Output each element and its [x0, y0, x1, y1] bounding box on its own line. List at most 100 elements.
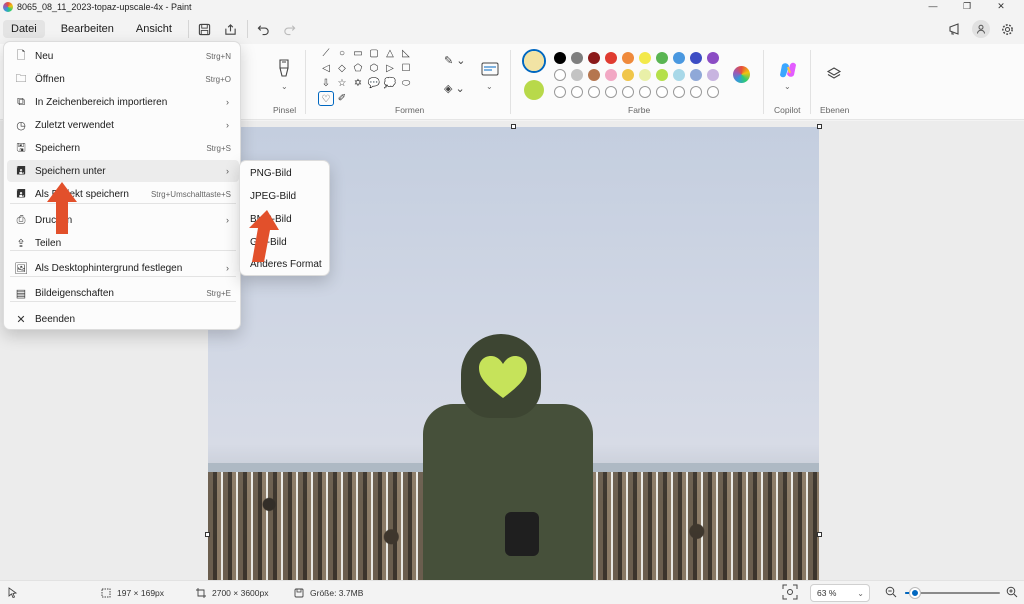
color-swatch[interactable] — [554, 52, 566, 64]
share-icon[interactable] — [218, 17, 244, 41]
file-size: Größe: 3.7MB — [294, 588, 363, 598]
color-swatch[interactable] — [605, 52, 617, 64]
color-swatch[interactable] — [707, 69, 719, 81]
quick-save-icon[interactable] — [192, 17, 218, 41]
brush-tool-icon[interactable] — [276, 58, 292, 83]
menu-bearbeiten[interactable]: Bearbeiten — [53, 20, 122, 38]
shape-option-icon[interactable]: ⬭ — [398, 76, 414, 91]
color-swatch[interactable] — [639, 52, 651, 64]
color-swatch[interactable] — [622, 69, 634, 81]
color-swatch[interactable] — [622, 52, 634, 64]
color-swatch[interactable] — [588, 69, 600, 81]
shape-option-icon[interactable]: 💬 — [366, 76, 382, 91]
edit-colors-wheel-icon[interactable] — [733, 66, 750, 83]
shape-option-icon[interactable]: ☐ — [398, 61, 414, 76]
save-as-icon: 🖪 — [16, 164, 26, 177]
file-menu-item[interactable]: 🖪 Als Projekt speichern Strg+Umschalttaste… — [7, 183, 239, 205]
account-avatar-icon[interactable] — [972, 20, 990, 38]
shape-option-icon[interactable]: ♡ — [318, 91, 334, 106]
submenu-chevron-icon: › — [226, 215, 229, 225]
file-menu-item[interactable]: 🖫 Speichern Strg+S — [7, 137, 239, 159]
resize-handle-right[interactable] — [817, 532, 822, 537]
file-menu-item[interactable]: ✕ Beenden — [7, 308, 239, 330]
shape-option-icon[interactable]: ◇ — [334, 61, 350, 76]
shape-option-icon[interactable]: △ — [382, 46, 398, 61]
menubar-divider-2 — [246, 20, 248, 38]
resize-handle-top-right[interactable] — [817, 124, 822, 129]
custom-color-slot[interactable] — [690, 86, 702, 98]
shape-option-icon[interactable]: 💭 — [382, 76, 398, 91]
save-as-option[interactable]: JPEG-Bild — [250, 191, 296, 202]
custom-color-slot[interactable] — [622, 86, 634, 98]
shape-option-icon[interactable]: ○ — [334, 46, 350, 61]
custom-color-slot[interactable] — [639, 86, 651, 98]
color-swatch[interactable] — [588, 52, 600, 64]
shape-option-icon[interactable]: ◁ — [318, 61, 334, 76]
menu-datei[interactable]: Datei — [3, 20, 45, 38]
shape-option-icon[interactable]: ▢ — [366, 46, 382, 61]
layers-icon[interactable] — [826, 66, 842, 85]
custom-color-slot[interactable] — [673, 86, 685, 98]
shape-option-icon[interactable]: ⬠ — [350, 61, 366, 76]
shape-option-icon[interactable]: ⬡ — [366, 61, 382, 76]
undo-icon[interactable] — [251, 17, 277, 41]
file-menu-item[interactable]: ⧉ In Zeichenbereich importieren › — [7, 91, 239, 113]
custom-color-slot[interactable] — [588, 86, 600, 98]
file-menu-item[interactable]: 🖪 Speichern unter › — [7, 160, 239, 182]
shapes-expand-chevron-icon[interactable]: ⌄ — [486, 82, 493, 91]
color-swatch[interactable] — [639, 69, 651, 81]
color-swatch[interactable] — [673, 52, 685, 64]
shapes-gallery-icon[interactable] — [481, 62, 499, 79]
zoom-slider[interactable] — [905, 588, 1000, 598]
custom-color-slot[interactable] — [571, 86, 583, 98]
shape-option-icon[interactable]: ▭ — [350, 46, 366, 61]
color-swatch[interactable] — [554, 69, 566, 81]
close-window-button[interactable]: ✕ — [984, 0, 1018, 12]
shape-option-icon[interactable]: ☆ — [334, 76, 350, 91]
color-swatch[interactable] — [571, 52, 583, 64]
minimize-button[interactable]: — — [916, 0, 950, 12]
menu-ansicht[interactable]: Ansicht — [128, 20, 180, 38]
shape-option-icon[interactable]: ▷ — [382, 61, 398, 76]
shape-option-icon[interactable]: ⟋ — [318, 46, 334, 61]
file-menu-item[interactable]: ◷ Zuletzt verwendet › — [7, 114, 239, 136]
feedback-icon[interactable] — [942, 17, 968, 41]
fit-to-window-icon[interactable] — [782, 584, 798, 600]
resize-handle-left[interactable] — [205, 532, 210, 537]
file-menu-item[interactable]: 🗋 Neu Strg+N — [7, 45, 239, 67]
custom-color-slot[interactable] — [656, 86, 668, 98]
shape-fill-icon[interactable]: ◈ ⌄ — [444, 82, 465, 95]
color-swatch[interactable] — [656, 69, 668, 81]
folder-icon: 🗀 — [15, 72, 27, 85]
shape-option-icon[interactable]: ✡ — [350, 76, 366, 91]
copilot-chevron-icon[interactable]: ⌄ — [784, 82, 791, 91]
brush-dropdown-chevron-icon[interactable]: ⌄ — [281, 82, 288, 91]
custom-color-slot[interactable] — [707, 86, 719, 98]
color-swatch[interactable] — [690, 69, 702, 81]
shape-option-icon[interactable]: ⇩ — [318, 76, 334, 91]
resize-handle-top[interactable] — [511, 124, 516, 129]
file-menu-item[interactable]: 🗀 Öffnen Strg+O — [7, 68, 239, 90]
zoom-in-icon[interactable] — [1006, 586, 1018, 598]
color-swatch[interactable] — [605, 69, 617, 81]
settings-gear-icon[interactable] — [994, 17, 1020, 41]
copilot-icon[interactable] — [779, 61, 797, 82]
color-swatch[interactable] — [673, 69, 685, 81]
secondary-color-swatch[interactable] — [524, 80, 544, 100]
redo-icon[interactable] — [277, 17, 303, 41]
save-as-option[interactable]: PNG-Bild — [250, 168, 292, 179]
zoom-select[interactable]: 63 % ⌄ — [810, 584, 870, 602]
shape-option-icon[interactable]: ◺ — [398, 46, 414, 61]
custom-color-slot[interactable] — [554, 86, 566, 98]
maximize-button[interactable]: ❐ — [950, 0, 984, 12]
file-menu-item[interactable]: ⎙ Drucken › — [7, 209, 239, 231]
zoom-slider-knob[interactable] — [909, 588, 920, 598]
color-swatch[interactable] — [571, 69, 583, 81]
color-swatch[interactable] — [690, 52, 702, 64]
color-swatch[interactable] — [707, 52, 719, 64]
zoom-out-icon[interactable] — [885, 586, 897, 598]
shape-outline-icon[interactable]: ✎ ⌄ — [444, 54, 466, 67]
shape-option-icon[interactable]: ✐ — [334, 91, 350, 106]
color-swatch[interactable] — [656, 52, 668, 64]
custom-color-slot[interactable] — [605, 86, 617, 98]
